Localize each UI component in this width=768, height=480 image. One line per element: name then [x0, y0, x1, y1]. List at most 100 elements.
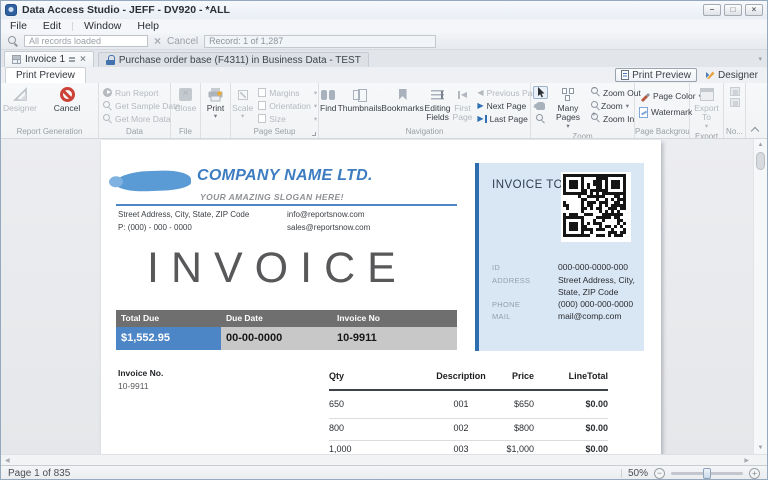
find-label: Find	[320, 104, 337, 113]
ribbon: Designer Cancel Report Generation Run Re…	[1, 83, 767, 139]
menu-edit[interactable]: Edit	[43, 20, 61, 32]
export-dropdown-icon: ▾	[705, 123, 708, 130]
company-phone: P: (000) - 000 - 0000	[118, 223, 192, 232]
horizontal-scrollbar[interactable]: ◀ ▶	[1, 454, 767, 465]
scale-icon	[238, 86, 248, 103]
group-label-report-generation: Report Generation	[1, 126, 98, 138]
total-due-header: Total Due	[116, 310, 221, 327]
scroll-down-icon[interactable]: ▼	[754, 445, 767, 451]
scroll-left-icon[interactable]: ◀	[5, 457, 10, 464]
first-page-label: First Page	[453, 104, 473, 123]
find-icon	[321, 86, 335, 103]
zoom-dropdown-icon: ▾	[626, 102, 629, 110]
last-page-label: Last Page	[490, 114, 528, 124]
tab-invoice[interactable]: Invoice 1 ×	[4, 51, 94, 67]
scroll-right-icon[interactable]: ▶	[744, 457, 749, 464]
items-header-rule	[329, 389, 608, 391]
price-header: Price	[489, 371, 534, 381]
print-preview-icon	[621, 70, 629, 80]
invoice-number-label: Invoice No.	[118, 368, 163, 378]
minimize-button[interactable]: −	[703, 4, 721, 16]
line-items-table: Qty Description Price LineTotal 650 001 …	[329, 140, 608, 454]
hand-tool-button[interactable]	[533, 99, 548, 112]
table-row: 800 002 $800 $0.00	[329, 423, 608, 435]
group-zoom: Many Pages ▾ − Zoom Out Zoom ▾ +	[531, 83, 635, 138]
orientation-button[interactable]: Orientation ▾	[256, 99, 319, 112]
next-page-button[interactable]: ▶ Next Page	[475, 99, 531, 112]
total-due-value: $1,552.95	[116, 327, 221, 350]
previous-page-button[interactable]: ◀ Previous Page	[475, 86, 531, 99]
vertical-scrollbar-thumb[interactable]	[756, 152, 765, 170]
margins-button[interactable]: Margins ▾	[256, 86, 319, 99]
close-preview-icon: ×	[179, 86, 192, 103]
tab-options-icon[interactable]: ▾	[758, 55, 762, 63]
first-page-button[interactable]: ◀ First Page	[452, 85, 474, 124]
group-file: × Close File	[171, 83, 201, 138]
record-counter: Record: 1 of 1,287	[204, 35, 436, 48]
statusbar-separator	[621, 469, 622, 478]
ribbon-tab-print-preview[interactable]: Print Preview	[5, 67, 86, 83]
thumbnails-button[interactable]: Thumbnails	[338, 85, 382, 114]
group-print: Print ▾	[201, 83, 231, 138]
editing-fields-button[interactable]: Editing Fields	[424, 85, 452, 124]
many-pages-button[interactable]: Many Pages ▾	[549, 85, 587, 131]
designer-button[interactable]: Designer	[1, 85, 39, 114]
scale-button[interactable]: Scale ▾	[231, 85, 254, 121]
group-label-print	[201, 126, 230, 138]
linetotal-header: LineTotal	[548, 371, 608, 381]
maximize-button[interactable]: □	[724, 4, 742, 16]
menu-window[interactable]: Window	[84, 20, 121, 32]
search-input[interactable]: All records loaded	[24, 35, 148, 47]
last-page-button[interactable]: ▶ Last Page	[475, 112, 531, 125]
scroll-up-icon[interactable]: ▲	[754, 142, 767, 148]
menu-help[interactable]: Help	[137, 20, 159, 32]
close-button[interactable]: ×	[745, 4, 763, 16]
bookmarks-button[interactable]: Bookmarks	[382, 85, 424, 114]
group-label-file: File	[171, 126, 200, 138]
magnifier-tool-button[interactable]	[533, 112, 548, 125]
search-icon	[8, 36, 18, 46]
tab-close-icon[interactable]: ×	[80, 55, 86, 64]
editing-fields-label: Editing Fields	[425, 104, 451, 123]
cancel-button[interactable]: Cancel	[45, 85, 89, 114]
close-preview-button[interactable]: × Close	[174, 85, 198, 114]
pointer-icon	[537, 87, 545, 98]
orientation-dropdown-icon: ▾	[314, 102, 317, 110]
zoom-out-status-button[interactable]: −	[654, 468, 665, 479]
many-pages-icon	[562, 86, 575, 103]
export-to-button[interactable]: Export To ▾	[690, 85, 723, 131]
pointer-tool-button[interactable]	[533, 86, 548, 99]
zoom-in-button[interactable]: + Zoom In	[589, 112, 631, 125]
zoom-slider-thumb[interactable]	[703, 468, 711, 479]
notes-button-2[interactable]	[730, 98, 740, 107]
vertical-scrollbar[interactable]: ▲ ▼	[753, 139, 767, 454]
menu-file[interactable]: File	[10, 20, 27, 32]
view-print-preview-button[interactable]: Print Preview	[615, 68, 697, 82]
zoom-slider[interactable]	[671, 472, 743, 475]
tab-purchase-order[interactable]: Purchase order base (F4311) in Business …	[98, 52, 369, 67]
designer-view-icon	[705, 70, 715, 80]
group-notes: No...	[724, 83, 746, 138]
notes-button-1[interactable]	[730, 87, 740, 96]
app-window: Data Access Studio - JEFF - DV920 - *ALL…	[0, 0, 768, 480]
group-page-setup: Scale ▾ Margins ▾ Orientation ▾	[231, 83, 319, 138]
zoom-label: Zoom	[601, 101, 623, 111]
cancel-records-label[interactable]: Cancel	[167, 36, 198, 47]
zoom-icon	[591, 101, 598, 110]
group-label-navigation: Navigation	[319, 126, 530, 138]
view-designer-button[interactable]: Designer	[700, 68, 763, 82]
pin-icon[interactable]	[69, 56, 76, 63]
run-report-label: Run Report	[115, 88, 158, 98]
print-button[interactable]: Print ▾	[206, 85, 225, 121]
size-button[interactable]: Size ▾	[256, 112, 319, 125]
due-date-value: 00-00-0000	[221, 327, 332, 350]
orientation-icon	[258, 101, 266, 110]
zoom-out-button[interactable]: − Zoom Out	[589, 86, 631, 99]
table-row: 650 001 $650 $0.00	[329, 399, 608, 411]
row-divider	[329, 440, 608, 441]
find-button[interactable]: Find	[319, 85, 338, 114]
page-setup-dialog-launcher[interactable]	[312, 132, 316, 136]
zoom-in-status-button[interactable]: +	[749, 468, 760, 479]
collapse-ribbon-icon[interactable]	[752, 126, 759, 133]
cancel-x-icon[interactable]: ×	[154, 36, 161, 46]
